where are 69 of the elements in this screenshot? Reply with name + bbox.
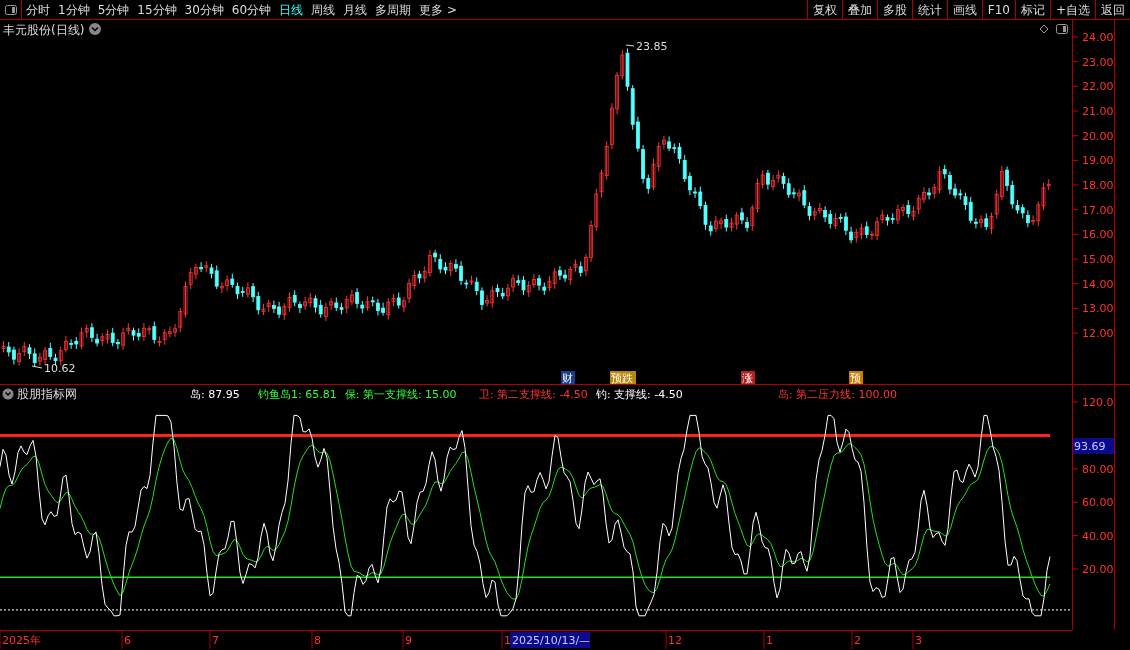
toolbar-button[interactable]: 画线 <box>946 0 982 19</box>
date-label: 9 <box>405 634 412 647</box>
axis-label: 16.00 <box>1082 228 1114 242</box>
cursor-date-label: 2025/10/13/— <box>510 632 591 648</box>
toolbar-button[interactable]: 统计 <box>911 0 947 19</box>
leader-line <box>31 365 43 369</box>
toolbar-button[interactable]: 叠加 <box>841 0 877 19</box>
axis-label: 20.00 <box>1082 129 1114 143</box>
event-tag[interactable]: 财 <box>561 371 575 385</box>
date-label: 7 <box>212 634 219 647</box>
legend-entry: 钓鱼岛1: 65.81 <box>258 388 337 401</box>
diamond-icon[interactable] <box>1039 24 1049 34</box>
date-label: 6 <box>124 634 131 647</box>
axis-label: 80.00 <box>1082 462 1114 476</box>
toolbar-button[interactable]: 返回 <box>1095 0 1130 19</box>
date-label: 2 <box>854 634 861 647</box>
indicator-title: 股朋指标网 <box>17 387 77 401</box>
legend-entry: 岛: 第二压力线: 100.00 <box>778 388 897 401</box>
toolbar-button[interactable]: 多股 <box>876 0 912 19</box>
toolbar-button[interactable]: F10 <box>981 0 1015 19</box>
cursor-value-label: 93.69 <box>1073 437 1115 454</box>
toolbar-button[interactable]: +自选 <box>1049 0 1095 19</box>
axis-label: 120.0 <box>1082 396 1114 409</box>
axis-label: 13.00 <box>1082 302 1114 316</box>
period-tab[interactable]: 5分钟 <box>93 0 134 19</box>
legend-entry: 岛: 87.95 <box>190 388 240 401</box>
axis-label: 12.00 <box>1082 327 1114 341</box>
date-label: 1 <box>766 634 773 647</box>
axis-label: 15.00 <box>1082 253 1114 267</box>
period-tab[interactable]: 日线 <box>275 0 308 19</box>
date-label: 3 <box>915 634 922 647</box>
toolbar-button[interactable]: 标记 <box>1014 0 1050 19</box>
period-tab[interactable]: 60分钟 <box>227 0 276 19</box>
legend-entry: 钓: 支撑线: -4.50 <box>595 388 683 401</box>
period-tab[interactable]: 多周期 <box>371 0 416 19</box>
axis-label: 22.00 <box>1082 80 1114 94</box>
panel-toggle-icon[interactable] <box>1056 24 1068 34</box>
panel-toggle-icon[interactable] <box>4 4 17 15</box>
axis-label: 21.00 <box>1082 105 1114 118</box>
toolbar-button[interactable]: 复权 <box>806 0 842 19</box>
axis-label: 40.00 <box>1082 529 1114 543</box>
event-tag[interactable]: 涨 <box>741 371 755 385</box>
low-price-label: 10.62 <box>44 362 76 375</box>
axis-label: 23.00 <box>1082 55 1114 69</box>
axis-label: 18.00 <box>1082 179 1114 192</box>
date-label: 1 <box>504 634 511 647</box>
leader-line <box>625 44 635 47</box>
axis-label: 24.00 <box>1082 31 1114 44</box>
high-price-label: 23.85 <box>636 40 668 53</box>
axis-label: 19.00 <box>1082 154 1114 168</box>
legend-entry: 保: 第一支撑线: 15.00 <box>344 388 457 401</box>
period-tab[interactable]: 分时 <box>22 0 54 19</box>
period-tab[interactable]: 30分钟 <box>180 0 228 19</box>
period-tab[interactable]: 15分钟 <box>133 0 181 19</box>
period-tab[interactable]: 1分钟 <box>54 0 94 19</box>
period-tab[interactable]: 月线 <box>339 0 372 19</box>
chart-title: 丰元股份(日线) <box>3 23 85 37</box>
period-tab[interactable]: 更多 > <box>415 0 461 19</box>
panel-collapse-icon[interactable] <box>2 388 14 400</box>
axis-label: 14.00 <box>1082 277 1114 291</box>
axis-label: 60.00 <box>1082 496 1114 510</box>
dropdown-icon[interactable] <box>89 23 101 35</box>
date-label: 8 <box>314 634 321 647</box>
legend-entry: 卫: 第二支撑线: -4.50 <box>479 388 588 401</box>
date-label: 2025年 <box>2 634 41 647</box>
period-tab[interactable]: 周线 <box>307 0 340 19</box>
date-label: 12 <box>668 634 682 647</box>
axis-label: 20.00 <box>1082 563 1114 576</box>
axis-label: 17.00 <box>1082 203 1114 217</box>
